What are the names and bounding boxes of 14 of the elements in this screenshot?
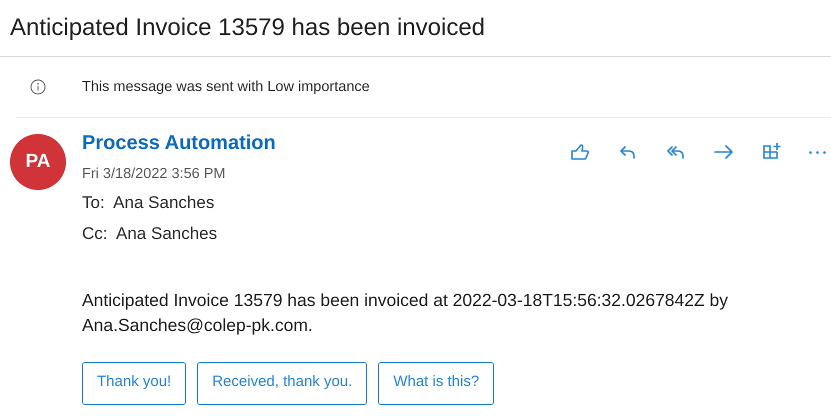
quick-reply-button[interactable]: What is this? — [378, 362, 494, 405]
avatar: PA — [10, 134, 66, 190]
more-icon — [809, 150, 826, 154]
recipient-line: Cc: Ana Sanches — [82, 223, 218, 244]
importance-notice: This message was sent with Low importance — [82, 79, 370, 95]
message-text: Anticipated Invoice 13579 has been invoiced at 2022-03-18T15:56:32.0267842Z by Ana.Sanches@colep-pk.com. — [82, 289, 730, 337]
recipient-line: To: Ana Sanches — [82, 192, 216, 213]
sent-date: Fri 3/18/2022 3:56 PM — [82, 166, 226, 182]
info-icon — [30, 79, 46, 95]
quick-reply-button[interactable]: Received, thank you. — [197, 362, 368, 405]
thumbs-up-icon — [569, 141, 591, 163]
email-subject: Anticipated Invoice 13579 has been invoiced — [10, 13, 486, 43]
quick-reply-button[interactable]: Thank you! — [82, 362, 186, 405]
sender-name[interactable]: Process Automation — [82, 130, 276, 156]
